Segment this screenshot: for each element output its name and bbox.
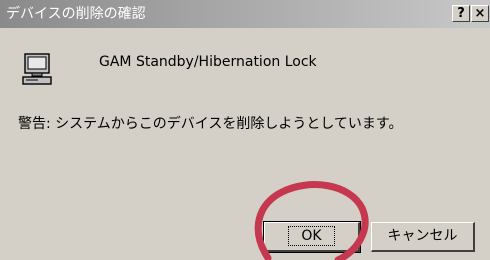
confirm-device-removal-dialog: デバイスの削除の確認 ? × GAM Standby/Hibernation L… [0, 0, 490, 260]
dialog-title: デバイスの削除の確認 [6, 6, 146, 22]
close-button[interactable]: × [471, 5, 489, 22]
computer-icon [22, 53, 52, 85]
title-bar[interactable]: デバイスの削除の確認 ? × [0, 0, 490, 28]
device-name: GAM Standby/Hibernation Lock [99, 54, 317, 70]
ok-button-label: OK [288, 226, 335, 246]
cancel-button[interactable]: キャンセル [371, 222, 475, 252]
ok-button[interactable]: OK [263, 221, 361, 253]
warning-message: 警告: システムからこのデバイスを削除しようとしています。 [18, 116, 403, 132]
cancel-button-label: キャンセル [387, 228, 458, 244]
help-button[interactable]: ? [452, 5, 470, 22]
